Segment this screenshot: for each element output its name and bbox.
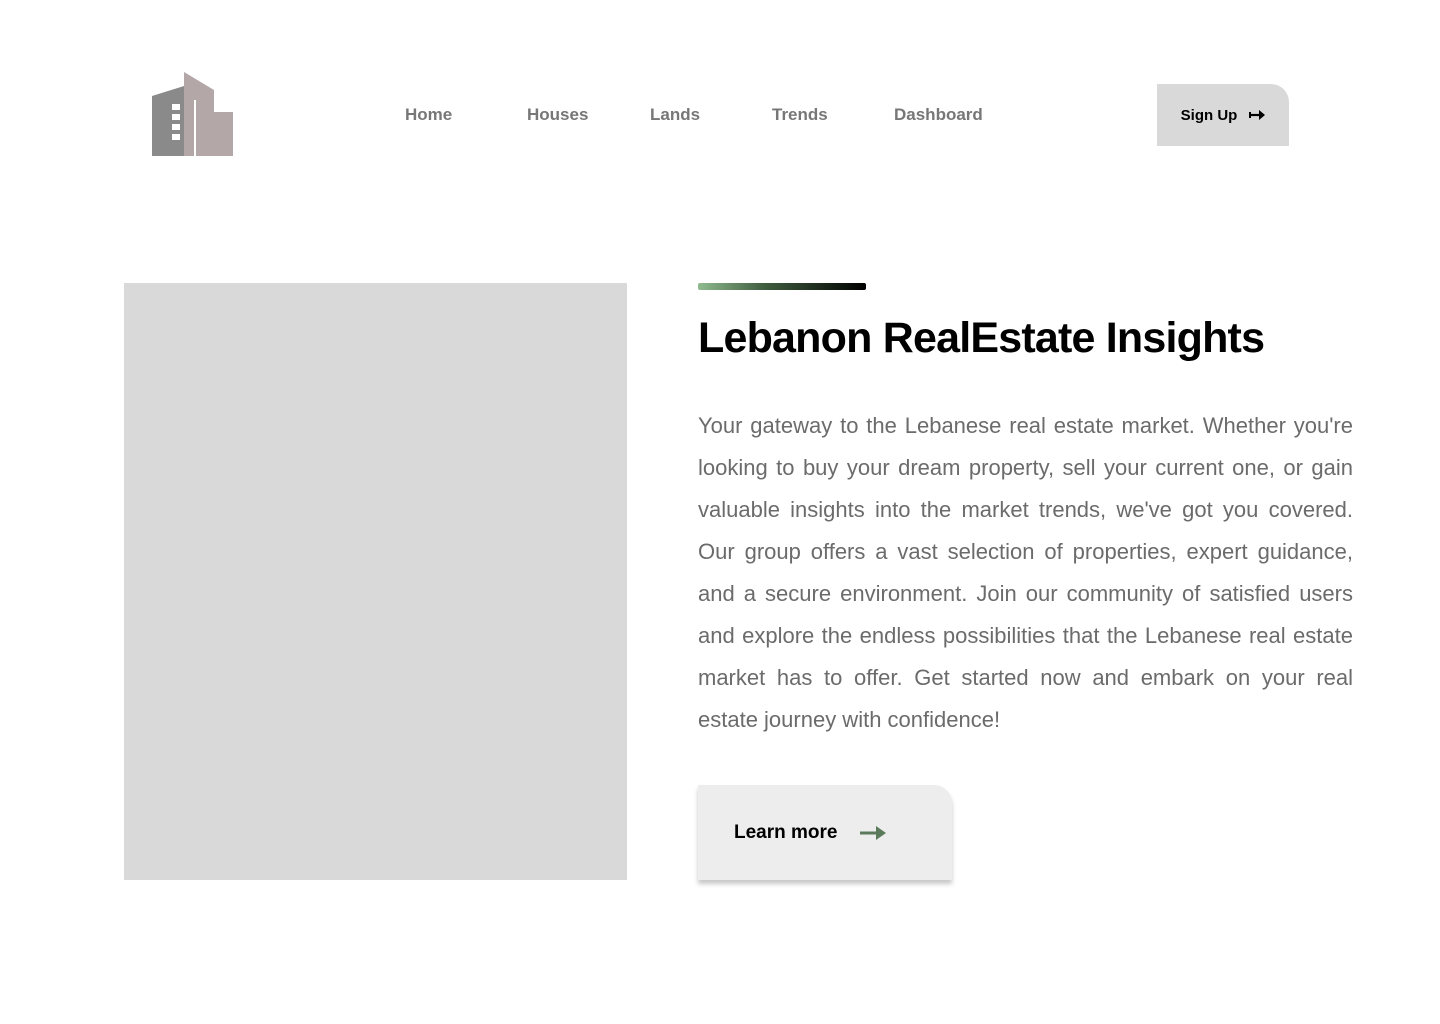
sign-up-label: Sign Up xyxy=(1180,106,1238,124)
sign-up-button[interactable]: Sign Up xyxy=(1157,84,1289,146)
nav-trends[interactable]: Trends xyxy=(772,104,828,126)
learn-more-button[interactable]: Learn more xyxy=(698,785,952,880)
nav-dashboard[interactable]: Dashboard xyxy=(894,104,983,126)
title-accent-bar xyxy=(698,283,866,290)
nav-houses[interactable]: Houses xyxy=(527,104,588,126)
hero-title: Lebanon RealEstate Insights xyxy=(698,314,1265,362)
nav-lands[interactable]: Lands xyxy=(650,104,700,126)
buildings-logo-icon[interactable] xyxy=(150,70,236,160)
nav-home[interactable]: Home xyxy=(405,104,452,126)
arrow-right-icon xyxy=(1249,110,1266,120)
arrow-right-icon xyxy=(860,825,887,840)
hero-description: Your gateway to the Lebanese real estate… xyxy=(698,413,1353,732)
hero-image-placeholder xyxy=(124,283,627,880)
learn-more-label: Learn more xyxy=(734,821,838,843)
landing-page: Home Houses Lands Trends Dashboard Sign … xyxy=(0,0,1440,1024)
